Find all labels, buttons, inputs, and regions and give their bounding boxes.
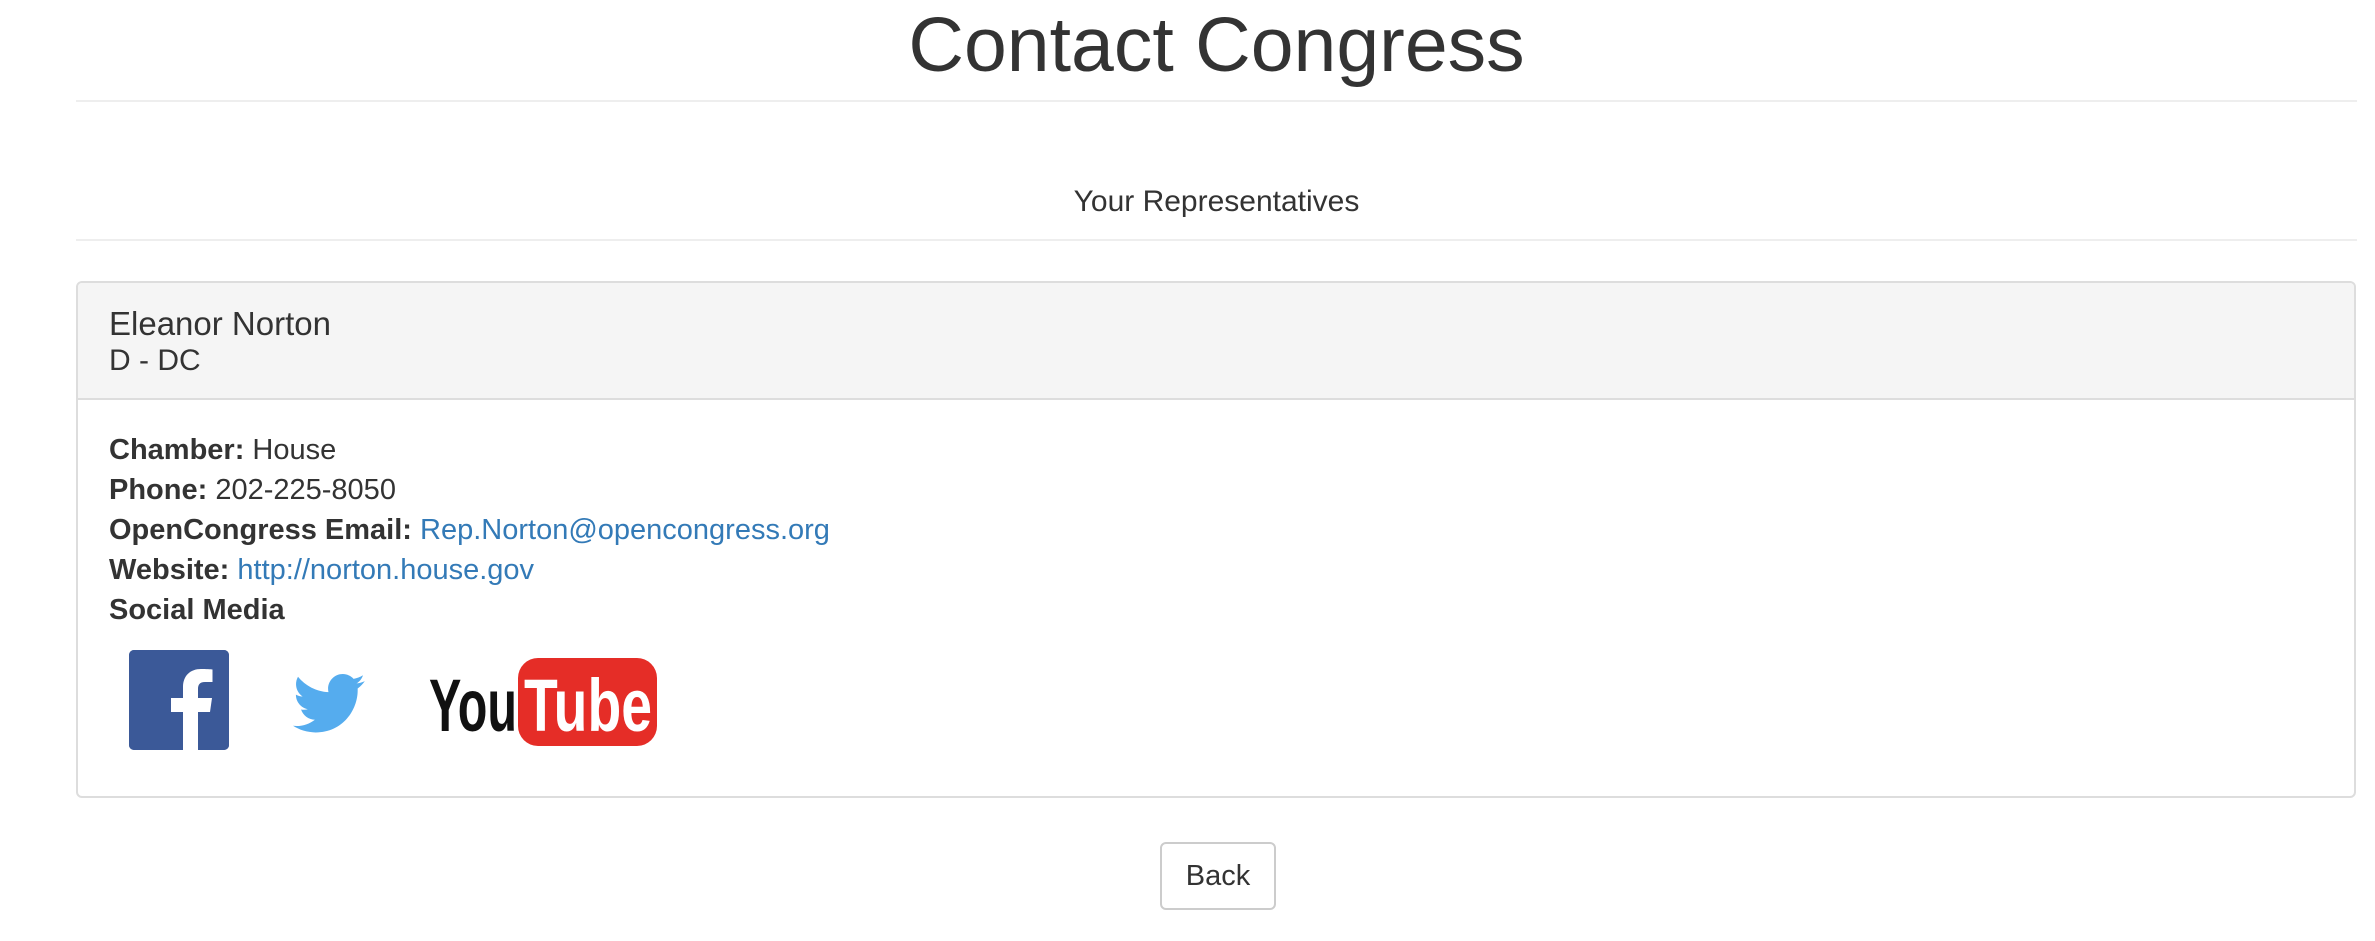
social-media-line: Social Media [109, 590, 2354, 630]
chamber-value: House [252, 434, 337, 466]
svg-text:You: You [429, 664, 517, 747]
social-media-label: Social Media [109, 594, 285, 626]
website-label: Website: [109, 554, 230, 586]
twitter-glyph [293, 674, 366, 733]
website-line: Website: http://norton.house.gov [109, 550, 2354, 590]
section-subheader: Your Representatives [76, 170, 2357, 241]
back-button[interactable]: Back [1160, 842, 1276, 910]
phone-label: Phone: [109, 474, 208, 506]
youtube-icon[interactable]: You Tube [429, 656, 659, 748]
representative-party-state: D - DC [109, 344, 201, 377]
page-header: Contact Congress [76, 0, 2357, 102]
website-link[interactable]: http://norton.house.gov [237, 554, 534, 586]
representative-name: Eleanor Norton [109, 305, 331, 342]
twitter-icon[interactable] [293, 674, 366, 734]
email-line: OpenCongress Email: Rep.Norton@opencongr… [109, 510, 2354, 550]
email-link[interactable]: Rep.Norton@opencongress.org [420, 514, 830, 546]
social-media-links: You Tube [109, 630, 2354, 750]
representative-panel-heading: Eleanor Norton D - DC [78, 283, 2354, 400]
representative-panel-body: Chamber: House Phone: 202-225-8050 OpenC… [78, 400, 2354, 750]
page-title: Contact Congress [908, 2, 1525, 88]
email-label: OpenCongress Email: [109, 514, 412, 546]
facebook-icon[interactable] [129, 650, 229, 750]
phone-line: Phone: 202-225-8050 [109, 470, 2354, 510]
svg-text:Tube: Tube [524, 664, 652, 747]
youtube-glyph: You Tube [429, 658, 657, 747]
chamber-line: Chamber: House [109, 430, 2354, 470]
facebook-glyph [129, 650, 229, 750]
phone-value: 202-225-8050 [215, 474, 396, 506]
representative-panel: Eleanor Norton D - DC Chamber: House Pho… [76, 281, 2356, 798]
section-subtitle: Your Representatives [1073, 185, 1360, 218]
chamber-label: Chamber: [109, 434, 245, 466]
